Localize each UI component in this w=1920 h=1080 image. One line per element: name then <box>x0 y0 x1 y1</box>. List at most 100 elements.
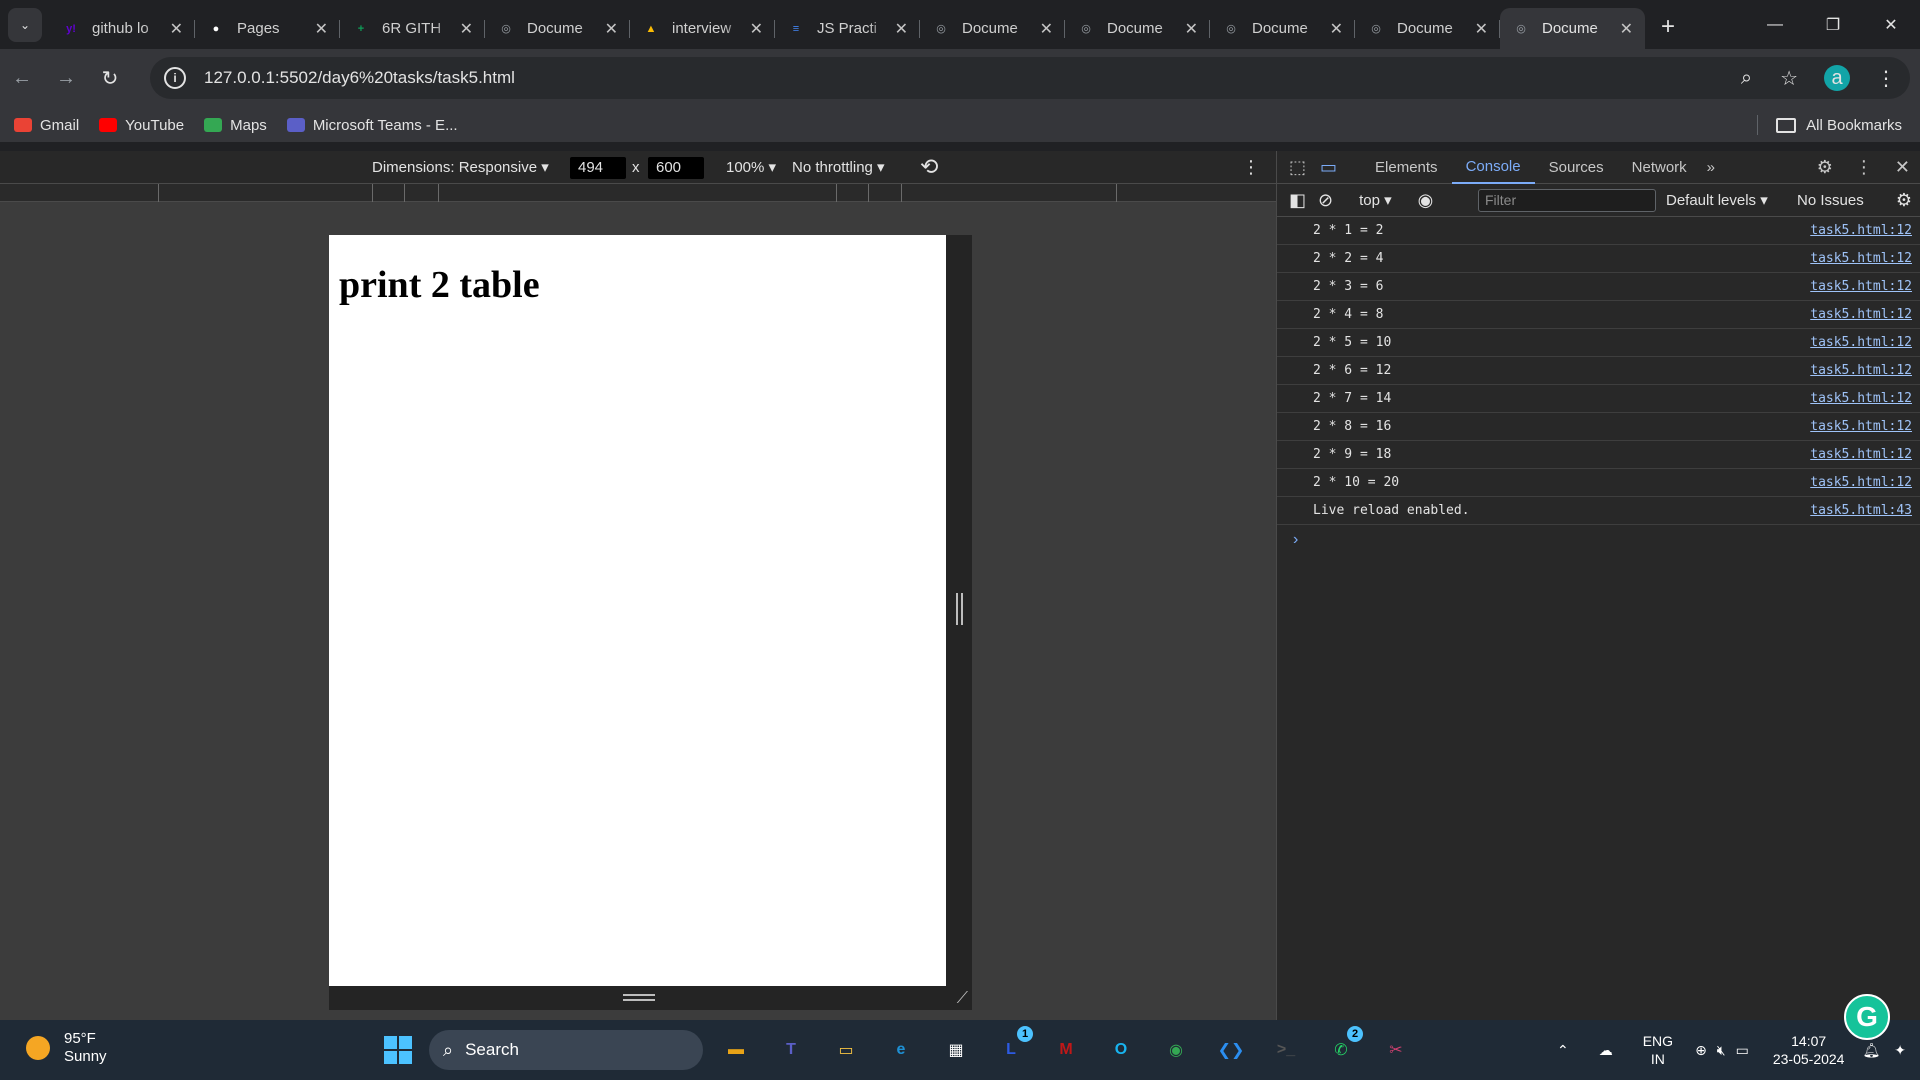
notification-bell-icon[interactable]: 🔔︎ <box>1862 1042 1880 1059</box>
filter-input[interactable]: Filter <box>1478 189 1656 212</box>
close-devtools-icon[interactable]: ✕ <box>1895 157 1910 178</box>
bookmark-item[interactable]: Gmail <box>14 117 79 134</box>
log-source-link[interactable]: task5.html:43 <box>1810 503 1912 518</box>
bookmark-item[interactable]: Maps <box>204 117 267 134</box>
close-tab-icon[interactable]: ✕ <box>1185 19 1198 39</box>
browser-tab[interactable]: ◎ Docume ✕ <box>1355 8 1500 49</box>
devtools-tab-elements[interactable]: Elements <box>1361 151 1452 184</box>
close-tab-icon[interactable]: ✕ <box>170 19 183 39</box>
address-bar[interactable]: i 127.0.0.1:5502/day6%20tasks/task5.html… <box>150 57 1910 99</box>
restore-icon[interactable]: ❐ <box>1804 0 1862 49</box>
store-icon[interactable]: ▦ <box>938 1032 974 1068</box>
network-icon[interactable]: ⊕ <box>1695 1042 1707 1059</box>
devtools-tab-sources[interactable]: Sources <box>1535 151 1618 184</box>
profile-avatar[interactable]: a <box>1824 65 1850 91</box>
battery-icon[interactable]: ▭ <box>1736 1042 1749 1059</box>
language-indicator[interactable]: ENG IN <box>1643 1032 1673 1068</box>
close-tab-icon[interactable]: ✕ <box>895 19 908 39</box>
url-text[interactable]: 127.0.0.1:5502/day6%20tasks/task5.html <box>204 68 515 88</box>
menu-icon[interactable]: ⋮ <box>1876 66 1896 91</box>
teams-icon[interactable]: T <box>773 1032 809 1068</box>
chevron-up-icon[interactable]: ⌃ <box>1557 1042 1569 1059</box>
browser-tab[interactable]: ◎ Docume ✕ <box>1210 8 1355 49</box>
browser-tab[interactable]: ◎ Docume ✕ <box>1065 8 1210 49</box>
more-options-icon[interactable]: ⋮ <box>1242 157 1260 178</box>
log-source-link[interactable]: task5.html:12 <box>1810 363 1912 378</box>
folder-icon[interactable]: ▭ <box>828 1032 864 1068</box>
close-tab-icon[interactable]: ✕ <box>1475 19 1488 39</box>
resize-corner-icon[interactable]: ⟋ <box>957 990 968 1008</box>
log-source-link[interactable]: task5.html:12 <box>1810 307 1912 322</box>
browser-tab[interactable]: ◎ Docume ✕ <box>1500 8 1645 49</box>
devtools-tab-network[interactable]: Network <box>1618 151 1701 184</box>
bookmark-star-icon[interactable]: ☆ <box>1780 66 1798 91</box>
taskbar-search[interactable]: ⌕ Search <box>429 1030 703 1070</box>
log-source-link[interactable]: task5.html:12 <box>1810 251 1912 266</box>
back-icon[interactable]: ← <box>0 67 44 90</box>
resize-right-handle[interactable] <box>946 235 972 986</box>
onedrive-icon[interactable]: ☁ <box>1599 1042 1613 1059</box>
browser-tab[interactable]: ◎ Docume ✕ <box>485 8 630 49</box>
context-dropdown[interactable]: top ▾ <box>1359 191 1392 209</box>
all-bookmarks-button[interactable]: All Bookmarks <box>1757 108 1902 142</box>
bookmark-item[interactable]: Microsoft Teams - E... <box>286 117 458 134</box>
settings-icon[interactable]: ⚙ <box>1817 157 1833 178</box>
browser-tab[interactable]: ◎ Docume ✕ <box>920 8 1065 49</box>
minimize-icon[interactable]: — <box>1746 0 1804 49</box>
throttling-dropdown[interactable]: No throttling ▾ <box>792 158 885 176</box>
console-settings-icon[interactable]: ⚙ <box>1896 190 1912 211</box>
grammarly-icon[interactable]: G <box>1844 994 1890 1040</box>
chrome-icon[interactable]: ◉ <box>1158 1032 1194 1068</box>
log-source-link[interactable]: task5.html:12 <box>1810 279 1912 294</box>
eye-icon[interactable]: ◉ <box>1418 190 1434 211</box>
weather-widget[interactable]: 95°F Sunny <box>26 1030 107 1066</box>
inspect-icon[interactable]: ⬚ <box>1289 157 1306 178</box>
devtools-menu-icon[interactable]: ⋮ <box>1855 157 1873 178</box>
volume-mute-icon[interactable]: 🔇︎ <box>1717 1042 1726 1059</box>
browser-tab[interactable]: ▲ interview ✕ <box>630 8 775 49</box>
clear-console-icon[interactable]: ⊘ <box>1318 190 1333 211</box>
levels-dropdown[interactable]: Default levels ▾ <box>1666 191 1768 209</box>
issues-button[interactable]: No Issues <box>1797 192 1864 209</box>
browser-tab[interactable]: + 6R GITH ✕ <box>340 8 485 49</box>
cortana-icon[interactable]: O <box>1103 1032 1139 1068</box>
height-input[interactable]: 600 <box>648 157 704 179</box>
log-source-link[interactable]: task5.html:12 <box>1810 391 1912 406</box>
log-source-link[interactable]: task5.html:12 <box>1810 223 1912 238</box>
snipping-tool-icon[interactable]: ✂ <box>1378 1032 1414 1068</box>
resize-bottom-handle[interactable]: ⟋ <box>329 986 972 1010</box>
sidebar-toggle-icon[interactable]: ◧ <box>1289 190 1306 211</box>
close-tab-icon[interactable]: ✕ <box>1330 19 1343 39</box>
browser-tab[interactable]: ≡ JS Practi ✕ <box>775 8 920 49</box>
clock[interactable]: 14:07 23-05-2024 <box>1773 1032 1845 1068</box>
close-tab-icon[interactable]: ✕ <box>315 19 328 39</box>
width-input[interactable]: 494 <box>570 157 626 179</box>
linkedin-icon[interactable]: L1 <box>993 1026 1033 1068</box>
device-toggle-icon[interactable]: ▭ <box>1320 157 1337 178</box>
zoom-icon[interactable]: ⌕ <box>1741 67 1752 90</box>
close-tab-icon[interactable]: ✕ <box>1040 19 1053 39</box>
copilot-icon[interactable]: ✦ <box>1894 1042 1906 1059</box>
log-source-link[interactable]: task5.html:12 <box>1810 475 1912 490</box>
close-tab-icon[interactable]: ✕ <box>460 19 473 39</box>
close-tab-icon[interactable]: ✕ <box>1620 19 1633 39</box>
tab-search-button[interactable]: ⌄ <box>8 8 42 42</box>
windows-start-icon[interactable] <box>384 1036 412 1064</box>
devtools-tab-console[interactable]: Console <box>1451 151 1535 184</box>
rotate-icon[interactable]: ⟲ <box>920 154 938 180</box>
vscode-icon[interactable]: ❮❯ <box>1213 1032 1249 1068</box>
log-source-link[interactable]: task5.html:12 <box>1810 447 1912 462</box>
log-source-link[interactable]: task5.html:12 <box>1810 335 1912 350</box>
browser-tab[interactable]: ● Pages ✕ <box>195 8 340 49</box>
bookmark-item[interactable]: YouTube <box>99 117 184 134</box>
reload-icon[interactable]: ↻ <box>88 66 132 91</box>
more-tabs-icon[interactable]: » <box>1707 159 1715 176</box>
zoom-dropdown[interactable]: 100% ▾ <box>726 158 776 176</box>
site-info-icon[interactable]: i <box>164 67 186 89</box>
browser-tab[interactable]: y! github lo ✕ <box>50 8 195 49</box>
file-explorer-icon[interactable]: ▬ <box>718 1032 754 1068</box>
new-tab-button[interactable]: + <box>1661 13 1675 41</box>
forward-icon[interactable]: → <box>44 67 88 90</box>
media-query-ruler[interactable] <box>0 184 1276 202</box>
terminal-icon[interactable]: >_ <box>1268 1032 1304 1068</box>
